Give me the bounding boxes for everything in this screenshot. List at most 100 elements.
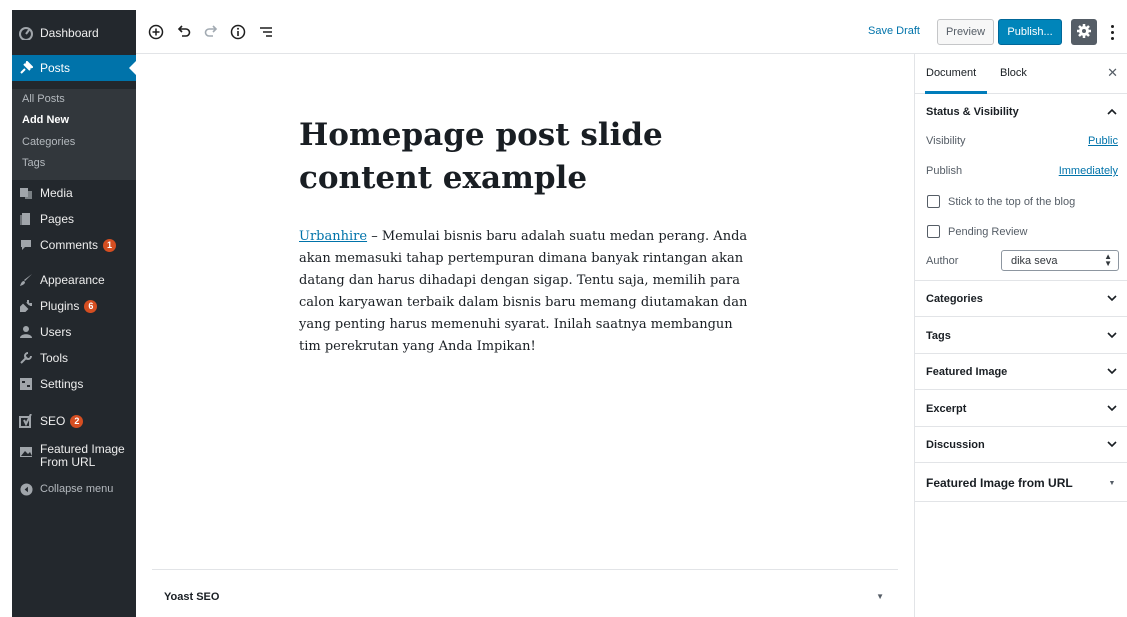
collapse-icon bbox=[12, 482, 40, 496]
redo-icon[interactable] bbox=[200, 21, 222, 43]
comments-icon bbox=[12, 238, 40, 252]
menu-plugins[interactable]: Plugins 6 bbox=[12, 293, 136, 319]
publish-date-link[interactable]: Immediately bbox=[1059, 165, 1118, 177]
menu-pages-label: Pages bbox=[40, 212, 75, 226]
submenu-all-posts[interactable]: All Posts bbox=[22, 93, 65, 105]
more-options-button[interactable] bbox=[1102, 20, 1122, 44]
publish-label: Publish bbox=[926, 165, 963, 177]
sticky-label: Stick to the top of the blog bbox=[948, 196, 1076, 208]
pending-review-label: Pending Review bbox=[948, 226, 1028, 238]
brush-icon bbox=[12, 273, 40, 287]
wrench-icon bbox=[12, 351, 40, 365]
panel-tags[interactable]: Tags bbox=[915, 318, 1127, 354]
panel-excerpt-title: Excerpt bbox=[926, 403, 967, 415]
menu-comments[interactable]: Comments 1 bbox=[12, 232, 136, 258]
publish-button[interactable]: Publish... bbox=[998, 19, 1062, 45]
more-dot bbox=[1110, 30, 1114, 34]
preview-button[interactable]: Preview bbox=[937, 19, 994, 45]
visibility-value-link[interactable]: Public bbox=[1088, 135, 1118, 147]
menu-tools[interactable]: Tools bbox=[12, 345, 136, 371]
caret-down-icon[interactable]: ▼ bbox=[876, 592, 884, 601]
chevron-down-icon bbox=[1105, 437, 1119, 451]
users-icon bbox=[12, 325, 40, 339]
panel-status-visibility-header[interactable]: Status & Visibility bbox=[915, 94, 1127, 130]
editor-canvas: Homepage post slide content example Urba… bbox=[136, 54, 914, 617]
menu-tools-label: Tools bbox=[40, 351, 69, 365]
pages-icon bbox=[12, 212, 40, 226]
menu-settings-label: Settings bbox=[40, 377, 84, 391]
submenu-tags[interactable]: Tags bbox=[22, 157, 45, 169]
tab-document[interactable]: Document bbox=[926, 67, 976, 79]
menu-collapse-label: Collapse menu bbox=[40, 483, 114, 495]
sidebar-tabs: Document Block ✕ bbox=[915, 54, 1127, 94]
menu-seo-label: SEO bbox=[40, 414, 66, 428]
post-content-paragraph[interactable]: Urbanhire – Memulai bisnis baru adalah s… bbox=[299, 226, 749, 358]
caret-down-icon: ▼ bbox=[1108, 479, 1116, 487]
menu-plugins-label: Plugins bbox=[40, 299, 80, 313]
menu-users[interactable]: Users bbox=[12, 319, 136, 345]
menu-settings[interactable]: Settings bbox=[12, 371, 136, 397]
info-icon[interactable] bbox=[227, 21, 249, 43]
panel-discussion-title: Discussion bbox=[926, 439, 985, 451]
settings-sidebar: Document Block ✕ Status & Visibility Vis… bbox=[914, 54, 1127, 617]
menu-media-label: Media bbox=[40, 186, 73, 200]
menu-users-label: Users bbox=[40, 325, 72, 339]
chevron-up-icon bbox=[1105, 104, 1119, 118]
add-block-icon[interactable] bbox=[145, 21, 167, 43]
save-draft-button[interactable]: Save Draft bbox=[868, 25, 920, 37]
settings-toggle-button[interactable] bbox=[1071, 19, 1097, 45]
chevron-down-icon bbox=[1105, 291, 1119, 305]
panel-discussion[interactable]: Discussion bbox=[915, 427, 1127, 463]
menu-comments-label: Comments bbox=[40, 238, 99, 252]
panel-excerpt[interactable]: Excerpt bbox=[915, 391, 1127, 427]
visibility-label: Visibility bbox=[926, 135, 966, 147]
panel-featured-image-from-url-title: Featured Image from URL bbox=[926, 476, 1073, 490]
submenu-add-new[interactable]: Add New bbox=[22, 114, 69, 126]
more-dot bbox=[1110, 24, 1114, 28]
menu-appearance-label: Appearance bbox=[40, 273, 105, 287]
menu-dashboard[interactable]: Dashboard bbox=[12, 20, 136, 46]
pin-icon bbox=[12, 61, 40, 75]
sticky-checkbox[interactable] bbox=[927, 195, 940, 208]
yoast-seo-title: Yoast SEO bbox=[164, 591, 220, 603]
block-navigation-icon[interactable] bbox=[255, 21, 277, 43]
content-link[interactable]: Urbanhire bbox=[299, 229, 367, 244]
menu-dashboard-label: Dashboard bbox=[40, 26, 99, 40]
menu-media[interactable]: Media bbox=[12, 180, 136, 206]
menu-posts-label: Posts bbox=[40, 61, 71, 75]
chevron-down-icon bbox=[1105, 401, 1119, 415]
panel-status-visibility-title: Status & Visibility bbox=[926, 106, 1019, 118]
menu-seo[interactable]: SEO 2 bbox=[12, 408, 136, 434]
tab-block[interactable]: Block bbox=[1000, 67, 1027, 79]
settings-icon bbox=[12, 377, 40, 391]
more-dot bbox=[1110, 36, 1114, 40]
menu-featured-image-url[interactable]: Featured Image From URL bbox=[12, 436, 136, 472]
dashboard-icon bbox=[12, 26, 40, 40]
content-text: – Memulai bisnis baru adalah suatu medan… bbox=[299, 229, 748, 354]
menu-pages[interactable]: Pages bbox=[12, 206, 136, 232]
chevron-down-icon bbox=[1105, 328, 1119, 342]
menu-collapse[interactable]: Collapse menu bbox=[12, 476, 136, 502]
author-label: Author bbox=[926, 255, 959, 267]
panel-categories[interactable]: Categories bbox=[915, 281, 1127, 317]
panel-featured-image[interactable]: Featured Image bbox=[915, 354, 1127, 390]
post-title[interactable]: Homepage post slide content example bbox=[299, 114, 769, 200]
gear-icon bbox=[1076, 23, 1092, 42]
panel-featured-image-title: Featured Image bbox=[926, 366, 1008, 378]
author-select[interactable]: dika seva ▲ ▼ bbox=[1001, 250, 1119, 271]
yoast-seo-metabox[interactable]: Yoast SEO ▼ bbox=[152, 569, 898, 617]
pending-review-checkbox[interactable] bbox=[927, 225, 940, 238]
admin-sidebar: Dashboard Posts All Posts Add New Catego… bbox=[12, 10, 136, 617]
chevron-down-icon bbox=[1105, 364, 1119, 378]
menu-posts[interactable]: Posts bbox=[12, 55, 136, 81]
plugin-icon bbox=[12, 299, 40, 313]
panel-tags-title: Tags bbox=[926, 330, 951, 342]
close-icon[interactable]: ✕ bbox=[1107, 65, 1118, 81]
undo-icon[interactable] bbox=[173, 21, 195, 43]
select-arrows-icon: ▲ ▼ bbox=[1104, 252, 1112, 268]
panel-featured-image-from-url[interactable]: Featured Image from URL ▼ bbox=[915, 464, 1127, 502]
posts-submenu: All Posts Add New Categories Tags bbox=[12, 89, 136, 180]
menu-appearance[interactable]: Appearance bbox=[12, 267, 136, 293]
image-icon bbox=[12, 443, 40, 459]
submenu-categories[interactable]: Categories bbox=[22, 136, 75, 148]
